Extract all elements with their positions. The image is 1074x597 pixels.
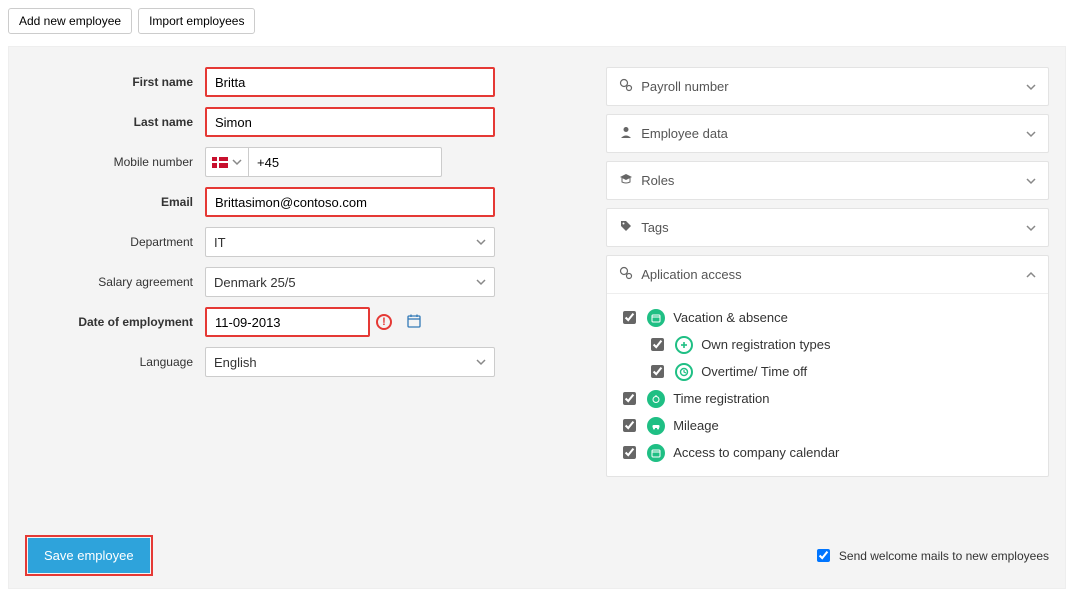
stopwatch-icon bbox=[647, 390, 665, 408]
language-value: English bbox=[214, 355, 257, 370]
access-vacation-checkbox[interactable] bbox=[623, 311, 636, 324]
gears-icon bbox=[619, 266, 633, 283]
access-company-calendar-checkbox[interactable] bbox=[623, 446, 636, 459]
access-time-registration-row: Time registration bbox=[619, 385, 1036, 412]
email-label: Email bbox=[25, 195, 205, 209]
calendar-icon bbox=[647, 309, 665, 327]
chevron-down-icon bbox=[1026, 129, 1036, 139]
panel-tags-header[interactable]: Tags bbox=[607, 209, 1048, 246]
gears-icon bbox=[619, 78, 633, 95]
panel-roles: Roles bbox=[606, 161, 1049, 200]
chevron-down-icon bbox=[476, 357, 486, 367]
panel-application-access-header[interactable]: Aplication access bbox=[607, 256, 1048, 293]
plus-icon bbox=[675, 336, 693, 354]
chevron-up-icon bbox=[1026, 270, 1036, 280]
access-vacation-label: Vacation & absence bbox=[673, 310, 788, 325]
department-value: IT bbox=[214, 235, 226, 250]
chevron-down-icon bbox=[1026, 176, 1036, 186]
bottom-bar: Save employee Send welcome mails to new … bbox=[25, 535, 1049, 576]
tags-icon bbox=[619, 219, 633, 236]
last-name-label: Last name bbox=[25, 115, 205, 129]
email-input[interactable] bbox=[205, 187, 495, 217]
date-of-employment-group bbox=[205, 307, 370, 337]
salary-agreement-select[interactable]: Denmark 25/5 bbox=[205, 267, 495, 297]
date-of-employment-input[interactable] bbox=[207, 309, 399, 335]
chevron-down-icon bbox=[1026, 82, 1036, 92]
access-own-registration-label: Own registration types bbox=[701, 337, 830, 352]
access-mileage-checkbox[interactable] bbox=[623, 419, 636, 432]
date-of-employment-label: Date of employment bbox=[25, 315, 205, 329]
panel-application-access-title: Aplication access bbox=[641, 267, 741, 282]
access-time-registration-label: Time registration bbox=[673, 391, 769, 406]
send-welcome-mails-checkbox[interactable] bbox=[817, 549, 830, 562]
chevron-down-icon bbox=[476, 237, 486, 247]
clock-icon bbox=[675, 363, 693, 381]
access-overtime-checkbox[interactable] bbox=[651, 365, 664, 378]
access-overtime-label: Overtime/ Time off bbox=[701, 364, 807, 379]
country-code-selector[interactable] bbox=[205, 147, 248, 177]
panel-employee-data: Employee data bbox=[606, 114, 1049, 153]
panel-roles-header[interactable]: Roles bbox=[607, 162, 1048, 199]
access-own-registration-checkbox[interactable] bbox=[651, 338, 664, 351]
access-company-calendar-label: Access to company calendar bbox=[673, 445, 839, 460]
import-employees-button[interactable]: Import employees bbox=[138, 8, 255, 34]
alert-icon: ! bbox=[376, 314, 392, 330]
language-select[interactable]: English bbox=[205, 347, 495, 377]
denmark-flag-icon bbox=[212, 157, 228, 168]
department-select[interactable]: IT bbox=[205, 227, 495, 257]
first-name-input[interactable] bbox=[205, 67, 495, 97]
panel-payroll-number-header[interactable]: Payroll number bbox=[607, 68, 1048, 105]
mobile-number-label: Mobile number bbox=[25, 155, 205, 169]
mobile-number-input[interactable] bbox=[248, 147, 442, 177]
chevron-down-icon bbox=[1026, 223, 1036, 233]
top-button-bar: Add new employee Import employees bbox=[8, 8, 1066, 34]
access-mileage-row: Mileage bbox=[619, 412, 1036, 439]
access-company-calendar-row: Access to company calendar bbox=[619, 439, 1036, 466]
language-label: Language bbox=[25, 355, 205, 369]
salary-agreement-value: Denmark 25/5 bbox=[214, 275, 296, 290]
graduation-cap-icon bbox=[619, 172, 633, 189]
last-name-input[interactable] bbox=[205, 107, 495, 137]
panel-payroll-number-title: Payroll number bbox=[641, 79, 728, 94]
panel-application-access: Aplication access Vacation & absence bbox=[606, 255, 1049, 477]
content-area: First name Last name Mobile number bbox=[8, 46, 1066, 589]
access-vacation-row: Vacation & absence bbox=[619, 304, 1036, 331]
panel-tags: Tags bbox=[606, 208, 1049, 247]
user-icon bbox=[619, 125, 633, 142]
chevron-down-icon bbox=[232, 157, 242, 167]
panel-employee-data-title: Employee data bbox=[641, 126, 728, 141]
panel-employee-data-header[interactable]: Employee data bbox=[607, 115, 1048, 152]
access-time-registration-checkbox[interactable] bbox=[623, 392, 636, 405]
access-own-registration-row: Own registration types bbox=[619, 331, 1036, 358]
calendar-icon[interactable] bbox=[399, 314, 429, 331]
save-highlight: Save employee bbox=[25, 535, 153, 576]
save-employee-button[interactable]: Save employee bbox=[28, 538, 150, 573]
car-icon bbox=[647, 417, 665, 435]
send-welcome-mails-option[interactable]: Send welcome mails to new employees bbox=[813, 546, 1049, 565]
department-label: Department bbox=[25, 235, 205, 249]
employee-form: First name Last name Mobile number bbox=[25, 67, 588, 485]
send-welcome-mails-label: Send welcome mails to new employees bbox=[839, 549, 1049, 563]
first-name-label: First name bbox=[25, 75, 205, 89]
panel-roles-title: Roles bbox=[641, 173, 674, 188]
panel-payroll-number: Payroll number bbox=[606, 67, 1049, 106]
salary-agreement-label: Salary agreement bbox=[25, 275, 205, 289]
application-access-body: Vacation & absence Own registration type… bbox=[607, 293, 1048, 476]
panel-tags-title: Tags bbox=[641, 220, 668, 235]
access-mileage-label: Mileage bbox=[673, 418, 719, 433]
chevron-down-icon bbox=[476, 277, 486, 287]
access-overtime-row: Overtime/ Time off bbox=[619, 358, 1036, 385]
side-panels: Payroll number Employee data bbox=[606, 67, 1049, 485]
calendar-icon bbox=[647, 444, 665, 462]
add-new-employee-button[interactable]: Add new employee bbox=[8, 8, 132, 34]
